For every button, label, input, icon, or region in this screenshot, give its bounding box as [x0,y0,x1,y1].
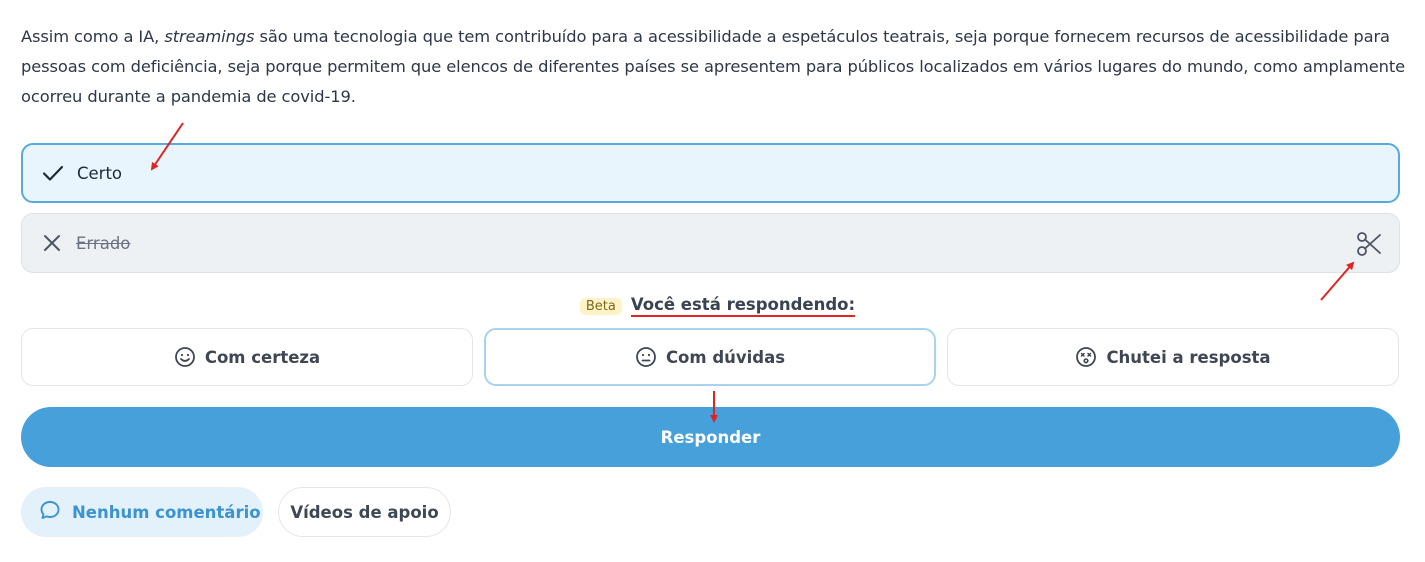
support-videos-label: Vídeos de apoio [290,502,439,522]
dizzy-face-icon [1075,346,1097,368]
option-errado[interactable]: Errado [21,213,1400,273]
confidence-button-com-duvidas[interactable]: Com dúvidas [484,328,936,386]
comments-label: Nenhum comentário [72,502,261,522]
neutral-face-icon [635,346,657,368]
confidence-button-label: Com dúvidas [665,347,786,367]
option-certo[interactable]: Certo [21,143,1400,203]
comments-button[interactable]: Nenhum comentário [21,487,263,537]
confidence-button-chutei[interactable]: Chutei a resposta [947,328,1399,386]
option-errado-label: Errado [76,233,131,253]
check-icon [42,162,64,184]
smile-icon [174,346,196,368]
comment-bubble-icon [39,499,61,525]
submit-answer-button[interactable]: Responder [21,407,1400,467]
option-certo-label: Certo [77,163,123,183]
confidence-button-label: Chutei a resposta [1106,347,1271,367]
confidence-button-com-certeza[interactable]: Com certeza [21,328,473,386]
statement-text-start: Assim como a IA, [21,27,165,46]
x-icon [41,232,63,254]
confidence-prompt-row: Beta Você está respondendo: [0,294,1425,318]
support-videos-button[interactable]: Vídeos de apoio [278,487,451,537]
confidence-prompt: Você está respondendo: [630,295,856,317]
question-statement: Assim como a IA, streamings são uma tecn… [21,22,1406,112]
confidence-button-label: Com certeza [204,347,321,367]
scissors-icon[interactable] [1355,230,1383,258]
statement-text-italic: streamings [164,27,255,46]
beta-badge: Beta [579,297,622,315]
question-page: Assim como a IA, streamings são uma tecn… [0,0,1425,562]
